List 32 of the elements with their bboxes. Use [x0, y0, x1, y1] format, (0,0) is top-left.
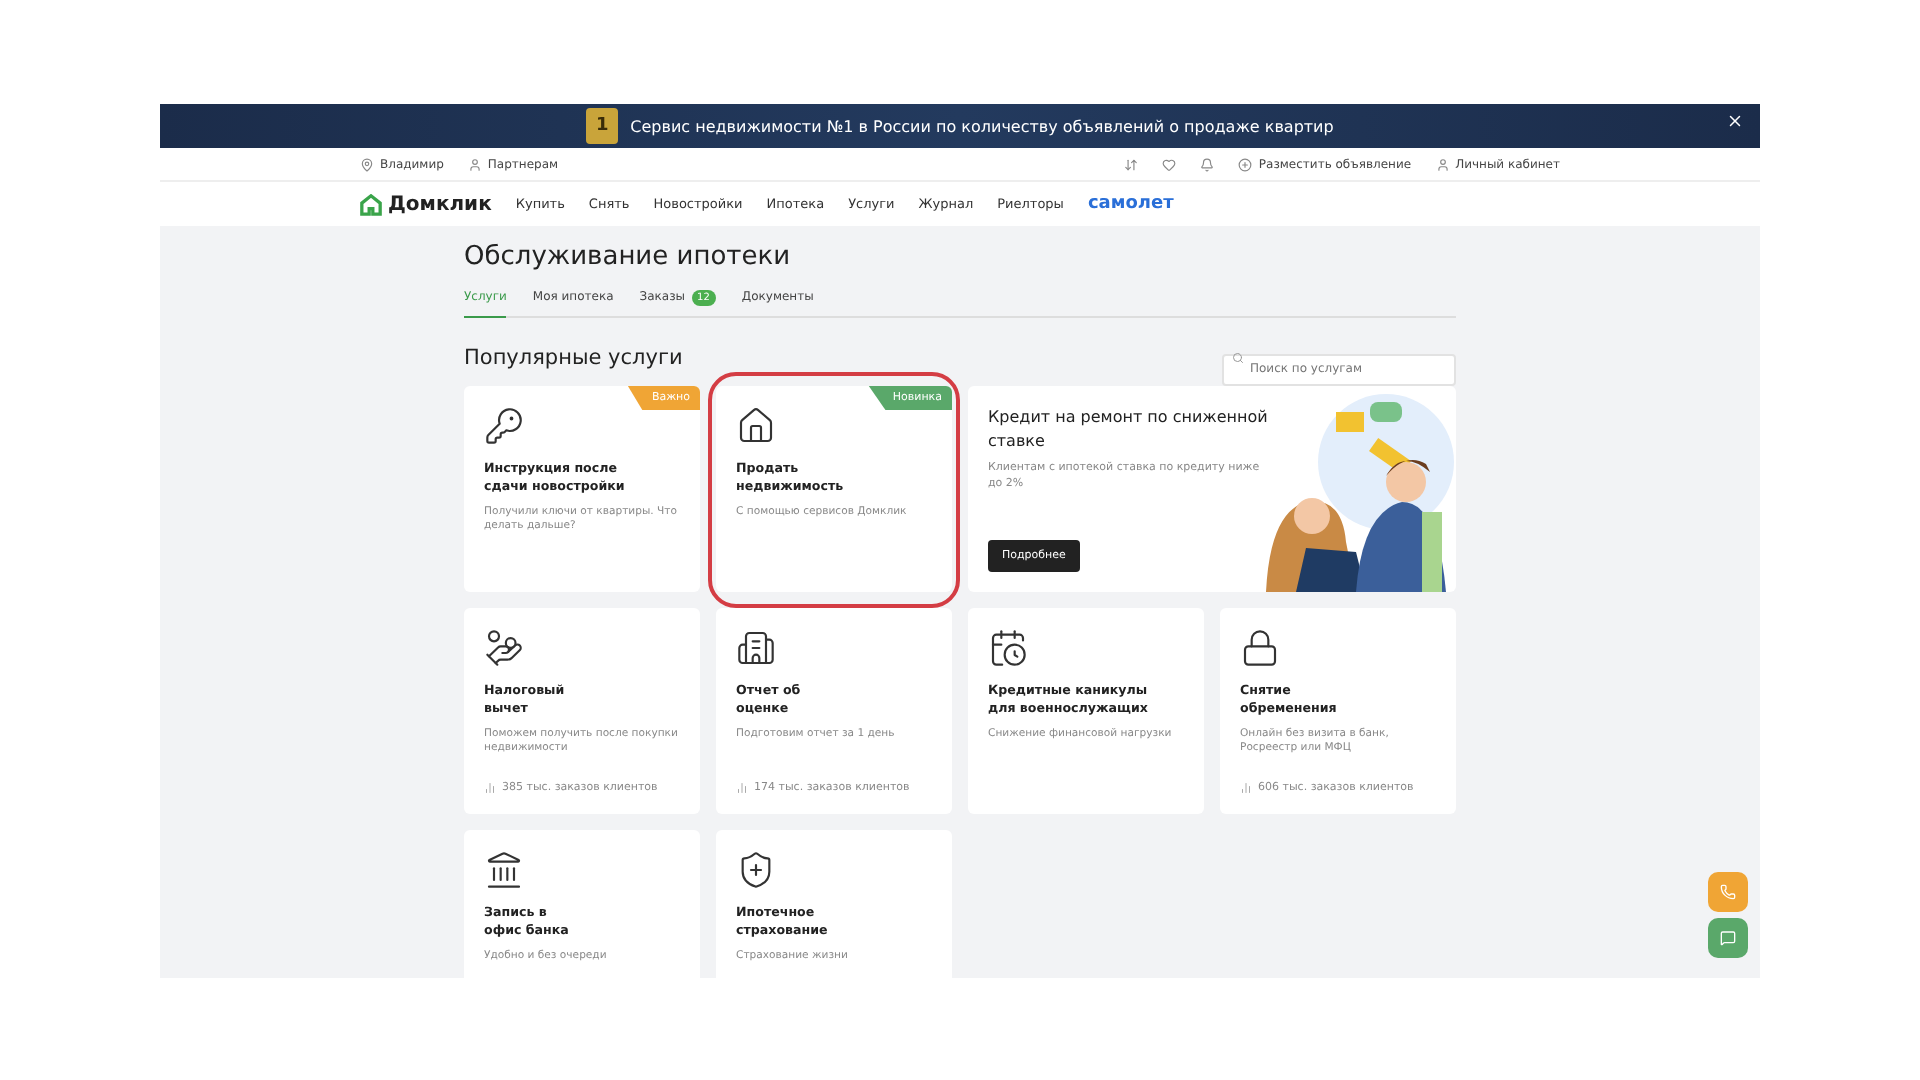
close-icon [1726, 112, 1744, 130]
bar-chart-icon [736, 782, 748, 794]
key-icon [484, 406, 524, 446]
close-button[interactable] [1726, 112, 1744, 130]
house-icon [736, 406, 776, 446]
shield-icon [736, 850, 776, 890]
plus-icon [1238, 157, 1253, 171]
bank-icon [484, 850, 524, 890]
medal-badge: 1 [586, 108, 619, 144]
page-title: Обслуживание ипотеки [464, 242, 793, 272]
bar-chart-icon [1240, 782, 1252, 794]
promo-title: Кредит на ремонт по сниженной ставке [988, 406, 1270, 454]
bar-chart-icon [484, 782, 496, 794]
pin-icon [360, 157, 374, 171]
logo-icon [360, 193, 382, 215]
search-icon [1232, 352, 1244, 364]
calendar-icon [988, 628, 1028, 668]
building-icon [736, 628, 776, 668]
section-title: Популярные услуги [464, 346, 683, 370]
chat-button[interactable] [1708, 918, 1748, 958]
person-icon [467, 157, 482, 171]
call-button[interactable] [1708, 872, 1748, 912]
person-icon [1435, 157, 1450, 171]
logo[interactable]: Домклик [360, 193, 492, 215]
compare-icon[interactable] [1124, 157, 1139, 171]
heart-icon[interactable] [1162, 157, 1177, 171]
chat-icon [1720, 928, 1736, 948]
banner-text: Сервис недвижимости №1 в России по количеству объявлений о продаже квартир [630, 117, 1334, 135]
lock-icon [1240, 628, 1280, 668]
phone-icon [1720, 882, 1736, 902]
partner-link[interactable]: самолет [1087, 194, 1174, 214]
bell-icon[interactable] [1200, 157, 1215, 171]
